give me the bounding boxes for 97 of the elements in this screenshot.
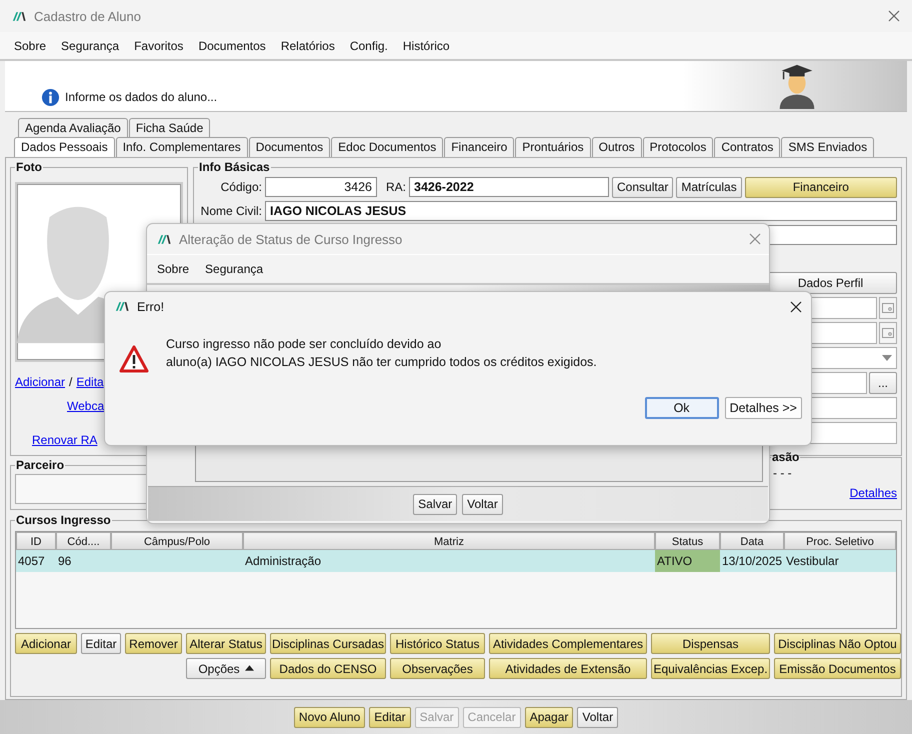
- ra-field[interactable]: 3426-2022: [409, 177, 609, 197]
- table-cell-text: Administração: [244, 553, 322, 570]
- action-button[interactable]: Financeiro: [744, 176, 897, 198]
- action-button[interactable]: Remover: [125, 633, 182, 654]
- caret-up-icon: [244, 665, 254, 671]
- tab[interactable]: Dados Pessoais: [14, 137, 115, 157]
- webcam-link[interactable]: Webca: [67, 399, 104, 413]
- action-button[interactable]: Atividades de Extensão: [489, 658, 647, 679]
- menu-item[interactable]: Segurança: [205, 262, 264, 276]
- menu-item[interactable]: Histórico: [402, 38, 450, 52]
- code-field[interactable]: 3426: [265, 177, 377, 197]
- group-title: Cursos Ingresso: [15, 513, 112, 527]
- menu-item[interactable]: Favoritos: [134, 38, 184, 52]
- action-button[interactable]: Atividades Complementares: [489, 633, 647, 654]
- action-button[interactable]: Disciplinas Não Optou: [774, 633, 901, 654]
- column-header[interactable]: Data: [720, 532, 784, 550]
- window-title: Cadastro de Aluno: [34, 8, 141, 24]
- value-text: - - -: [772, 466, 793, 480]
- field-label: Código:: [220, 180, 262, 194]
- action-button[interactable]: Alterar Status: [186, 633, 266, 654]
- action-button[interactable]: Dados do CENSO: [270, 658, 386, 679]
- action-button[interactable]: Opções: [186, 658, 266, 679]
- dialog-button[interactable]: Salvar: [413, 494, 458, 514]
- menu-item[interactable]: Relatórios: [280, 38, 335, 52]
- action-button[interactable]: Histórico Status: [390, 633, 485, 654]
- menu-item[interactable]: Config.: [350, 38, 388, 52]
- tab[interactable]: Edoc Documentos: [331, 137, 444, 157]
- tab[interactable]: Prontuários: [515, 137, 591, 157]
- column-header[interactable]: Status: [655, 532, 720, 550]
- footer-button[interactable]: Editar: [369, 706, 411, 728]
- add-link[interactable]: Adicionar: [15, 375, 66, 389]
- name-field[interactable]: IAGO NICOLAS JESUS: [265, 201, 897, 221]
- renew-ra-link[interactable]: Renovar RA: [32, 433, 98, 447]
- status-cell: ATIVO: [655, 550, 720, 572]
- action-button[interactable]: Equivalências Excep.: [651, 658, 770, 679]
- footer-button[interactable]: Novo Aluno: [294, 706, 366, 728]
- action-button[interactable]: Observações: [390, 658, 485, 679]
- table-cell-text: 96: [57, 553, 72, 570]
- footer-button[interactable]: Voltar: [577, 706, 618, 728]
- calendar-button[interactable]: [879, 297, 897, 319]
- caret-down-icon: [882, 355, 892, 361]
- dialog-title: Erro!: [137, 300, 164, 314]
- column-header[interactable]: ID: [16, 532, 56, 550]
- tab[interactable]: Protocolos: [642, 137, 714, 157]
- tab[interactable]: Documentos: [248, 137, 330, 157]
- tab[interactable]: Contratos: [714, 137, 780, 157]
- details-link[interactable]: Detalhes: [850, 486, 897, 500]
- dialog-button[interactable]: Detalhes >>: [724, 397, 802, 419]
- info-text: Informe os dados do aluno...: [65, 90, 218, 104]
- column-header[interactable]: Proc. Seletivo: [784, 532, 896, 550]
- action-button[interactable]: Disciplinas Cursadas: [270, 633, 386, 654]
- action-button[interactable]: Matrículas: [676, 176, 742, 198]
- logo-icon: [12, 10, 26, 22]
- browse-button[interactable]: ...: [869, 372, 897, 394]
- field-label: RA:: [384, 180, 406, 194]
- column-header[interactable]: Cód....: [56, 532, 111, 550]
- calendar-icon: [882, 328, 894, 338]
- group-title: asão: [771, 450, 800, 464]
- column-header[interactable]: Matriz: [243, 532, 655, 550]
- footer-button[interactable]: Apagar: [524, 706, 574, 728]
- action-button[interactable]: Dispensas: [651, 633, 770, 654]
- group-title: Foto: [15, 160, 43, 174]
- menu-item[interactable]: Sobre: [157, 262, 190, 276]
- menu-item[interactable]: Segurança: [61, 38, 120, 52]
- table-cell-text: 13/10/2025: [721, 553, 784, 570]
- tab[interactable]: Agenda Avaliação: [18, 118, 128, 137]
- dialog-button[interactable]: Ok: [644, 397, 719, 419]
- calendar-button[interactable]: [879, 322, 897, 344]
- action-button[interactable]: Editar: [81, 633, 121, 654]
- tab[interactable]: Outros: [592, 137, 642, 157]
- error-message: Curso ingresso não pode ser concluído devido ao aluno(a) IAGO NICOLAS JESUS não ter cumprido todos os créditos exigidos.: [166, 336, 597, 371]
- close-icon[interactable]: [790, 300, 802, 312]
- field-label: Nome Civil:: [200, 204, 262, 218]
- info-icon: [41, 88, 60, 107]
- tab[interactable]: SMS Enviados: [781, 137, 874, 157]
- calendar-icon: [882, 303, 894, 313]
- tab[interactable]: Info. Complementares: [116, 137, 248, 157]
- group-title: Info Básicas: [198, 160, 271, 174]
- logo-icon: [157, 234, 171, 244]
- table-cell-text: Vestibular: [785, 553, 840, 570]
- tab[interactable]: Financeiro: [444, 137, 514, 157]
- group-title: Parceiro: [15, 458, 66, 472]
- table-cell-text: 4057: [17, 553, 46, 570]
- action-button[interactable]: Adicionar: [15, 633, 77, 654]
- dialog-button[interactable]: Voltar: [462, 494, 503, 514]
- menu-item[interactable]: Sobre: [14, 38, 46, 52]
- table-row[interactable]: 4057 96 Administração ATIVO 13/10/2025 Vestibular: [16, 550, 896, 572]
- edit-link[interactable]: Edita: [76, 375, 104, 389]
- action-button[interactable]: Consultar: [612, 176, 674, 198]
- menu-item[interactable]: Documentos: [198, 38, 266, 52]
- link-separator: /: [69, 375, 72, 389]
- tab[interactable]: Ficha Saúde: [128, 118, 210, 137]
- action-button[interactable]: Emissão Documentos: [774, 658, 901, 679]
- logo-icon: [115, 301, 129, 312]
- column-header[interactable]: Câmpus/Polo: [111, 532, 243, 550]
- warning-icon: [119, 345, 149, 373]
- dialog-title: Alteração de Status de Curso Ingresso: [179, 232, 402, 246]
